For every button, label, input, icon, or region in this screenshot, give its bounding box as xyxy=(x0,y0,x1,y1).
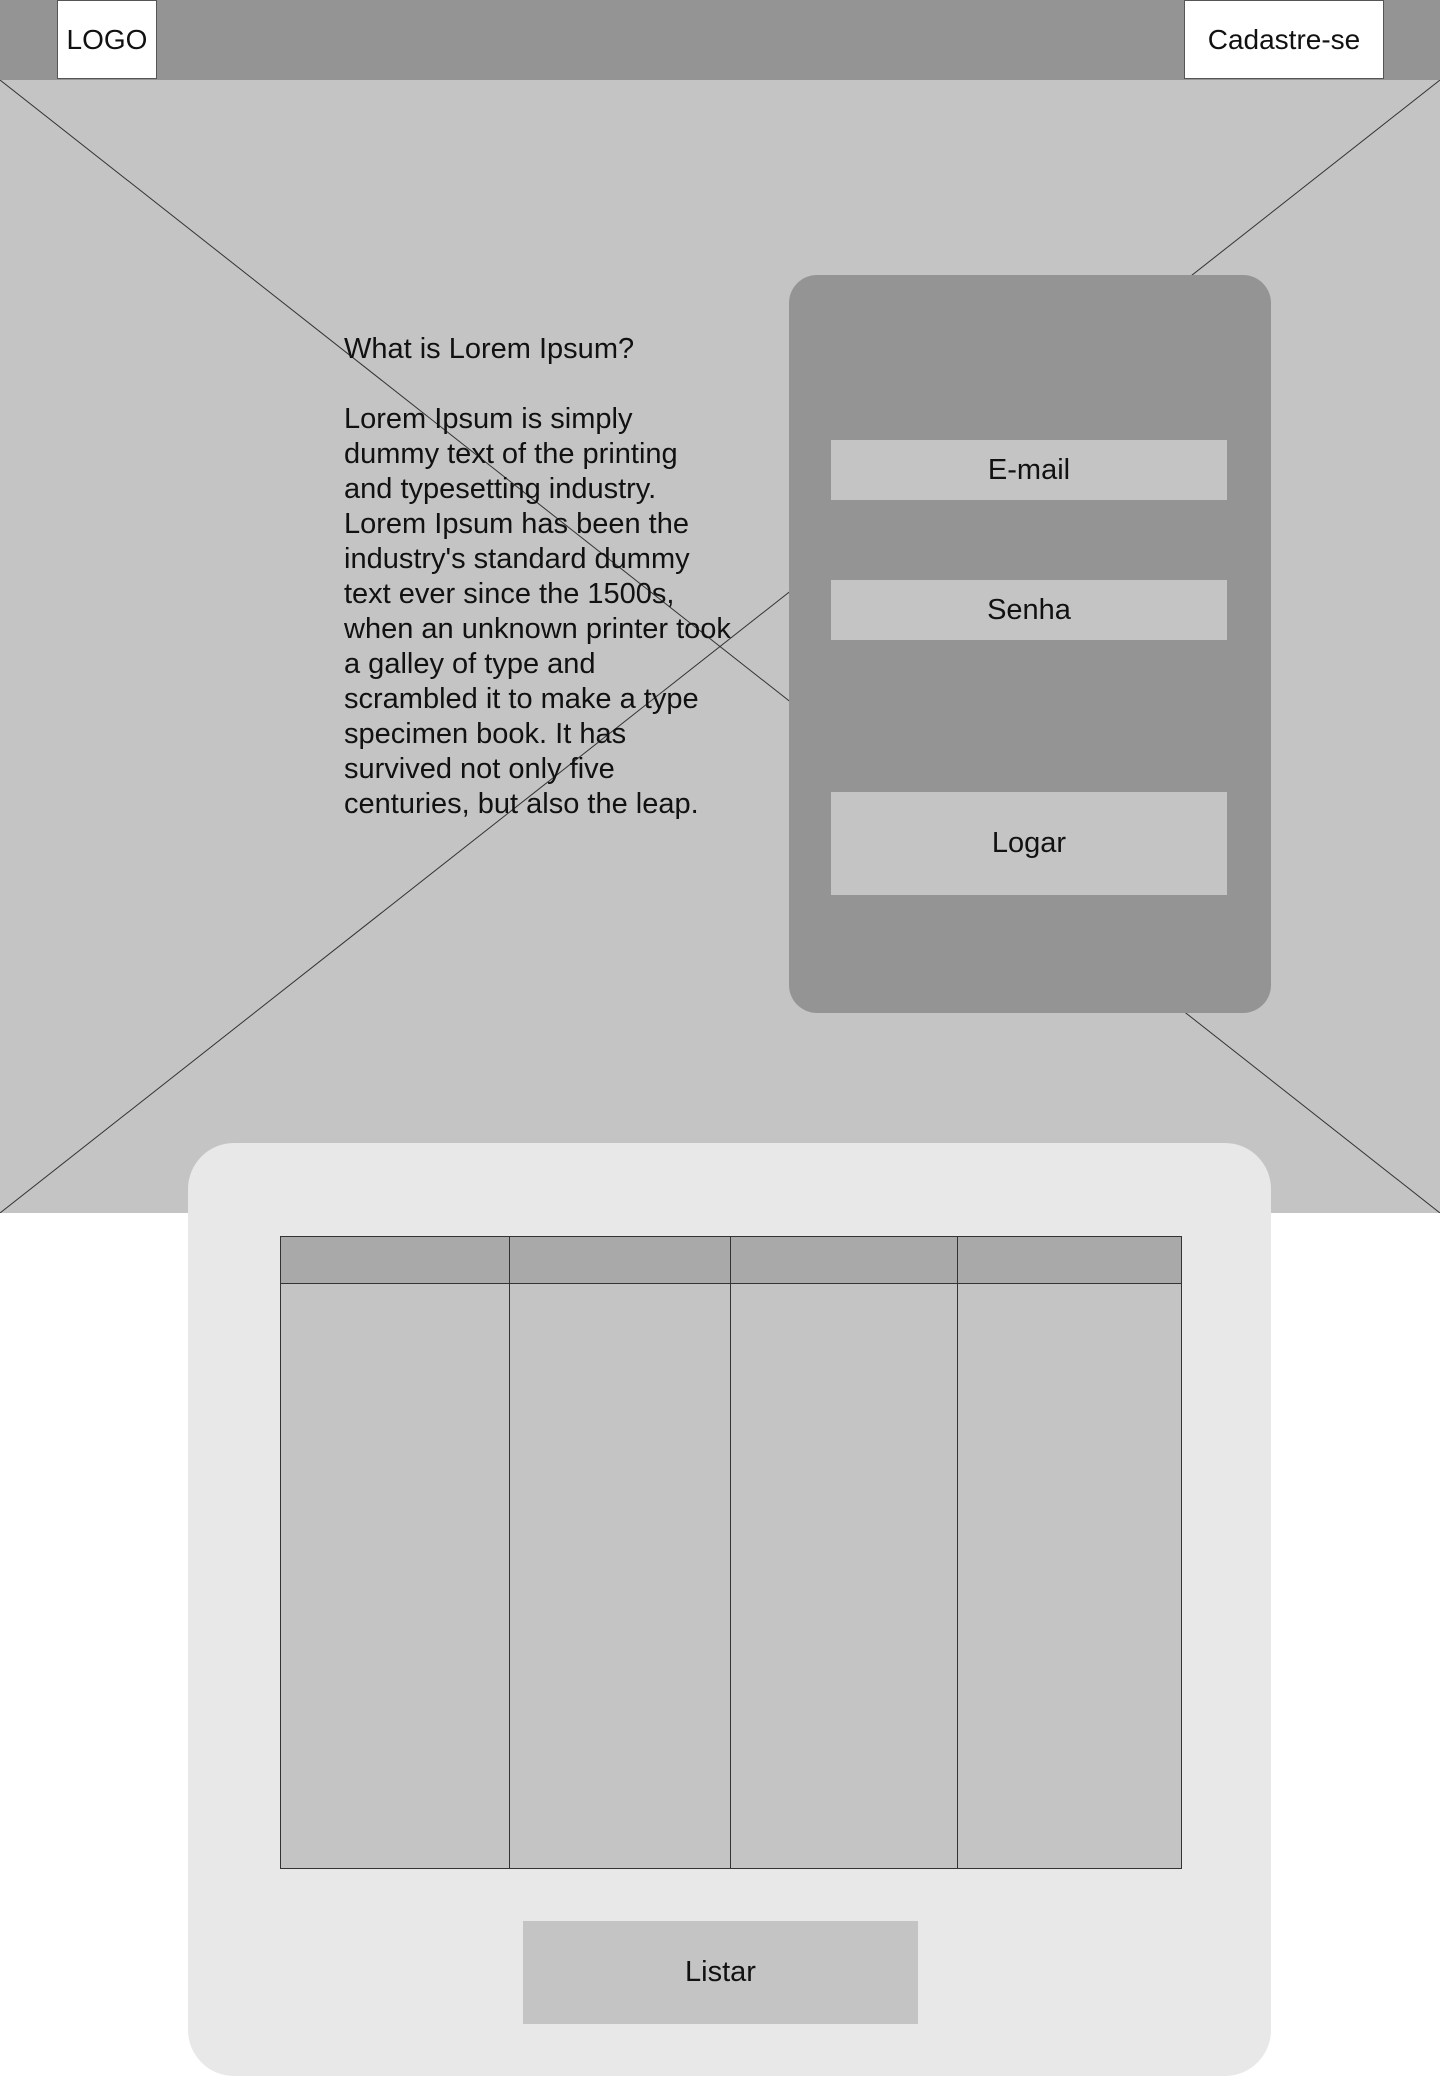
data-table xyxy=(280,1236,1182,1869)
hero-image-placeholder: What is Lorem Ipsum? Lorem Ipsum is simp… xyxy=(0,80,1440,1213)
top-navbar: LOGO Cadastre-se xyxy=(0,0,1440,80)
signup-button[interactable]: Cadastre-se xyxy=(1184,0,1384,79)
login-card: E-mail Senha Logar xyxy=(789,275,1271,1013)
list-button[interactable]: Listar xyxy=(523,1921,918,2024)
table-column xyxy=(731,1237,958,1868)
hero-body: Lorem Ipsum is simply dummy text of the … xyxy=(344,403,731,820)
table-column xyxy=(281,1237,511,1868)
table-column xyxy=(957,1237,1181,1868)
table-column xyxy=(510,1237,731,1868)
table-header-cell xyxy=(957,1237,1181,1284)
logo[interactable]: LOGO xyxy=(57,0,157,79)
hero-text-block: What is Lorem Ipsum? Lorem Ipsum is simp… xyxy=(344,332,734,822)
list-card: Listar xyxy=(188,1143,1271,2076)
password-field[interactable]: Senha xyxy=(831,580,1227,640)
table-header-cell xyxy=(731,1237,957,1284)
table-header-cell xyxy=(281,1237,510,1284)
hero-title: What is Lorem Ipsum? xyxy=(344,333,635,365)
login-button[interactable]: Logar xyxy=(831,792,1227,895)
table-header-cell xyxy=(510,1237,730,1284)
email-field[interactable]: E-mail xyxy=(831,440,1227,500)
